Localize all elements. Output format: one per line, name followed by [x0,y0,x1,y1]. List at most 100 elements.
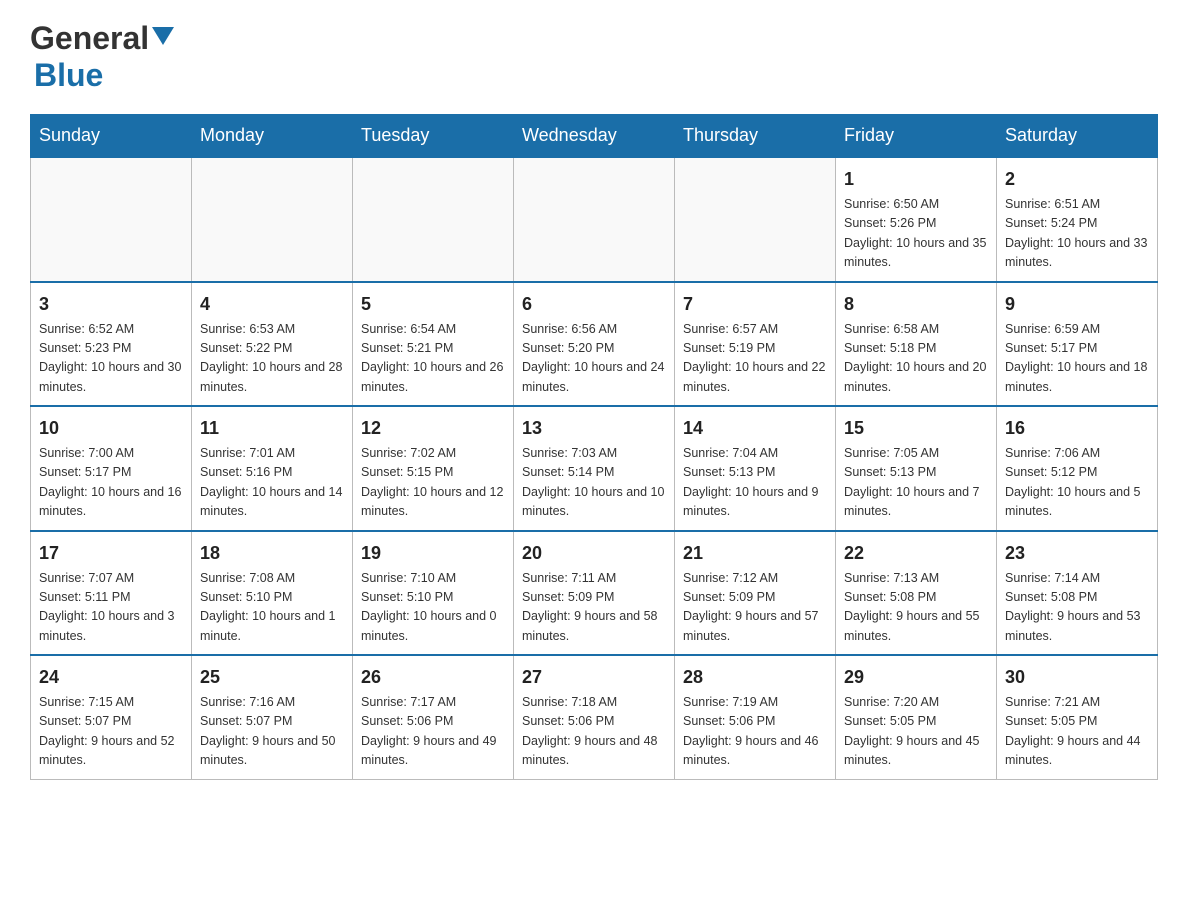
day-info: Sunrise: 7:04 AMSunset: 5:13 PMDaylight:… [683,444,827,522]
day-cell [514,157,675,282]
day-cell: 8Sunrise: 6:58 AMSunset: 5:18 PMDaylight… [836,282,997,407]
day-info: Sunrise: 7:20 AMSunset: 5:05 PMDaylight:… [844,693,988,771]
day-cell: 24Sunrise: 7:15 AMSunset: 5:07 PMDayligh… [31,655,192,779]
weekday-header-thursday: Thursday [675,115,836,158]
day-cell: 23Sunrise: 7:14 AMSunset: 5:08 PMDayligh… [997,531,1158,656]
day-cell: 2Sunrise: 6:51 AMSunset: 5:24 PMDaylight… [997,157,1158,282]
week-row-2: 3Sunrise: 6:52 AMSunset: 5:23 PMDaylight… [31,282,1158,407]
day-info: Sunrise: 6:59 AMSunset: 5:17 PMDaylight:… [1005,320,1149,398]
day-info: Sunrise: 7:15 AMSunset: 5:07 PMDaylight:… [39,693,183,771]
day-number: 18 [200,540,344,567]
day-info: Sunrise: 7:02 AMSunset: 5:15 PMDaylight:… [361,444,505,522]
week-row-3: 10Sunrise: 7:00 AMSunset: 5:17 PMDayligh… [31,406,1158,531]
day-cell: 16Sunrise: 7:06 AMSunset: 5:12 PMDayligh… [997,406,1158,531]
day-number: 19 [361,540,505,567]
day-cell: 7Sunrise: 6:57 AMSunset: 5:19 PMDaylight… [675,282,836,407]
day-cell [353,157,514,282]
day-info: Sunrise: 7:17 AMSunset: 5:06 PMDaylight:… [361,693,505,771]
day-number: 26 [361,664,505,691]
day-cell [192,157,353,282]
day-info: Sunrise: 7:06 AMSunset: 5:12 PMDaylight:… [1005,444,1149,522]
day-number: 10 [39,415,183,442]
day-cell: 28Sunrise: 7:19 AMSunset: 5:06 PMDayligh… [675,655,836,779]
day-number: 20 [522,540,666,567]
weekday-header-row: SundayMondayTuesdayWednesdayThursdayFrid… [31,115,1158,158]
day-cell: 25Sunrise: 7:16 AMSunset: 5:07 PMDayligh… [192,655,353,779]
day-cell: 27Sunrise: 7:18 AMSunset: 5:06 PMDayligh… [514,655,675,779]
day-number: 6 [522,291,666,318]
weekday-header-saturday: Saturday [997,115,1158,158]
logo-general: General [30,20,149,57]
week-row-5: 24Sunrise: 7:15 AMSunset: 5:07 PMDayligh… [31,655,1158,779]
logo-blue: Blue [34,57,103,93]
day-info: Sunrise: 7:00 AMSunset: 5:17 PMDaylight:… [39,444,183,522]
day-number: 23 [1005,540,1149,567]
day-cell: 3Sunrise: 6:52 AMSunset: 5:23 PMDaylight… [31,282,192,407]
day-number: 9 [1005,291,1149,318]
day-number: 2 [1005,166,1149,193]
day-info: Sunrise: 7:18 AMSunset: 5:06 PMDaylight:… [522,693,666,771]
day-cell: 30Sunrise: 7:21 AMSunset: 5:05 PMDayligh… [997,655,1158,779]
day-info: Sunrise: 7:13 AMSunset: 5:08 PMDaylight:… [844,569,988,647]
day-info: Sunrise: 7:07 AMSunset: 5:11 PMDaylight:… [39,569,183,647]
day-number: 13 [522,415,666,442]
day-info: Sunrise: 6:57 AMSunset: 5:19 PMDaylight:… [683,320,827,398]
weekday-header-tuesday: Tuesday [353,115,514,158]
day-number: 30 [1005,664,1149,691]
day-cell: 17Sunrise: 7:07 AMSunset: 5:11 PMDayligh… [31,531,192,656]
day-number: 5 [361,291,505,318]
day-number: 14 [683,415,827,442]
day-number: 29 [844,664,988,691]
day-info: Sunrise: 7:14 AMSunset: 5:08 PMDaylight:… [1005,569,1149,647]
week-row-4: 17Sunrise: 7:07 AMSunset: 5:11 PMDayligh… [31,531,1158,656]
day-number: 17 [39,540,183,567]
day-info: Sunrise: 7:11 AMSunset: 5:09 PMDaylight:… [522,569,666,647]
day-info: Sunrise: 7:12 AMSunset: 5:09 PMDaylight:… [683,569,827,647]
day-cell [675,157,836,282]
day-number: 1 [844,166,988,193]
day-number: 24 [39,664,183,691]
day-info: Sunrise: 6:50 AMSunset: 5:26 PMDaylight:… [844,195,988,273]
weekday-header-monday: Monday [192,115,353,158]
day-cell: 5Sunrise: 6:54 AMSunset: 5:21 PMDaylight… [353,282,514,407]
day-info: Sunrise: 7:08 AMSunset: 5:10 PMDaylight:… [200,569,344,647]
day-cell: 6Sunrise: 6:56 AMSunset: 5:20 PMDaylight… [514,282,675,407]
day-cell: 19Sunrise: 7:10 AMSunset: 5:10 PMDayligh… [353,531,514,656]
day-info: Sunrise: 7:19 AMSunset: 5:06 PMDaylight:… [683,693,827,771]
logo: General Blue [30,20,174,94]
day-info: Sunrise: 6:52 AMSunset: 5:23 PMDaylight:… [39,320,183,398]
day-number: 21 [683,540,827,567]
day-cell: 21Sunrise: 7:12 AMSunset: 5:09 PMDayligh… [675,531,836,656]
weekday-header-wednesday: Wednesday [514,115,675,158]
day-info: Sunrise: 7:05 AMSunset: 5:13 PMDaylight:… [844,444,988,522]
day-info: Sunrise: 6:58 AMSunset: 5:18 PMDaylight:… [844,320,988,398]
calendar-table: SundayMondayTuesdayWednesdayThursdayFrid… [30,114,1158,780]
day-number: 27 [522,664,666,691]
day-number: 22 [844,540,988,567]
day-cell: 10Sunrise: 7:00 AMSunset: 5:17 PMDayligh… [31,406,192,531]
week-row-1: 1Sunrise: 6:50 AMSunset: 5:26 PMDaylight… [31,157,1158,282]
day-number: 11 [200,415,344,442]
day-cell: 18Sunrise: 7:08 AMSunset: 5:10 PMDayligh… [192,531,353,656]
day-number: 16 [1005,415,1149,442]
day-cell [31,157,192,282]
logo-arrow-icon [152,27,174,50]
day-info: Sunrise: 6:53 AMSunset: 5:22 PMDaylight:… [200,320,344,398]
day-info: Sunrise: 7:03 AMSunset: 5:14 PMDaylight:… [522,444,666,522]
day-cell: 15Sunrise: 7:05 AMSunset: 5:13 PMDayligh… [836,406,997,531]
day-cell: 12Sunrise: 7:02 AMSunset: 5:15 PMDayligh… [353,406,514,531]
day-number: 28 [683,664,827,691]
day-cell: 1Sunrise: 6:50 AMSunset: 5:26 PMDaylight… [836,157,997,282]
day-info: Sunrise: 7:16 AMSunset: 5:07 PMDaylight:… [200,693,344,771]
day-number: 25 [200,664,344,691]
weekday-header-sunday: Sunday [31,115,192,158]
day-cell: 26Sunrise: 7:17 AMSunset: 5:06 PMDayligh… [353,655,514,779]
weekday-header-friday: Friday [836,115,997,158]
day-cell: 11Sunrise: 7:01 AMSunset: 5:16 PMDayligh… [192,406,353,531]
day-number: 12 [361,415,505,442]
day-cell: 20Sunrise: 7:11 AMSunset: 5:09 PMDayligh… [514,531,675,656]
day-number: 15 [844,415,988,442]
day-info: Sunrise: 6:56 AMSunset: 5:20 PMDaylight:… [522,320,666,398]
day-cell: 22Sunrise: 7:13 AMSunset: 5:08 PMDayligh… [836,531,997,656]
day-info: Sunrise: 7:21 AMSunset: 5:05 PMDaylight:… [1005,693,1149,771]
